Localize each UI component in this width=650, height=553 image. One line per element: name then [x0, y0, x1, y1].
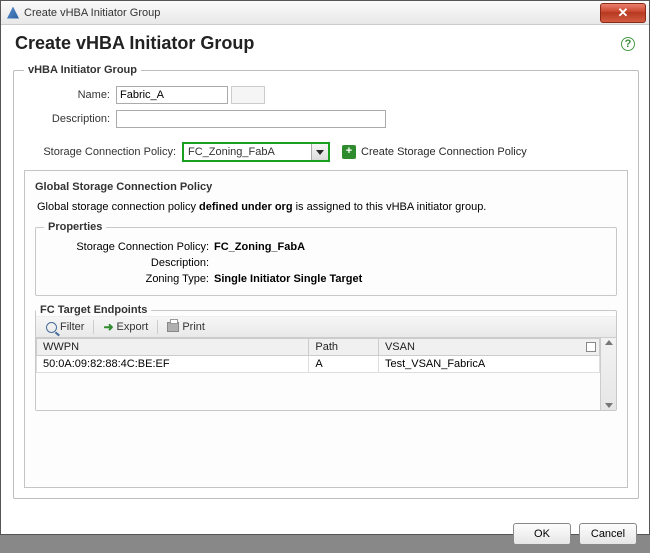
chevron-down-icon: [311, 144, 328, 160]
storage-policy-label: Storage Connection Policy:: [24, 146, 182, 158]
storage-policy-value: FC_Zoning_FabA: [184, 146, 311, 158]
app-icon: [7, 7, 19, 19]
prop-policy-label: Storage Connection Policy:: [44, 241, 214, 253]
toolbar-divider: [157, 320, 158, 334]
description-label: Description:: [24, 113, 116, 125]
create-policy-link[interactable]: Create Storage Connection Policy: [361, 146, 527, 158]
prop-zoning-value: Single Initiator Single Target: [214, 273, 362, 285]
col-path[interactable]: Path: [309, 339, 379, 356]
scroll-down-icon[interactable]: [605, 403, 613, 408]
properties-legend: Properties: [44, 221, 106, 233]
prop-policy-value: FC_Zoning_FabA: [214, 241, 305, 253]
export-icon: ➜: [103, 320, 113, 334]
title-bar: Create vHBA Initiator Group ✕: [1, 1, 649, 25]
global-policy-fieldset: Global Storage Connection Policy: [35, 181, 617, 193]
prop-desc-label: Description:: [44, 257, 214, 269]
cell-vsan: Test_VSAN_FabricA: [378, 356, 599, 373]
col-vsan[interactable]: VSAN: [378, 339, 599, 356]
prop-zoning-label: Zoning Type:: [44, 273, 214, 285]
name-label: Name:: [24, 89, 116, 101]
vhba-initiator-group-fieldset: vHBA Initiator Group Name: Description: …: [13, 64, 639, 499]
fc-endpoints-legend: FC Target Endpoints: [36, 304, 151, 316]
properties-fieldset: Properties Storage Connection Policy: FC…: [35, 221, 617, 296]
global-policy-legend: Global Storage Connection Policy: [35, 181, 212, 193]
name-input[interactable]: [116, 86, 228, 104]
export-button[interactable]: ➜ Export: [97, 319, 154, 335]
column-options-icon[interactable]: [586, 342, 596, 352]
print-button[interactable]: Print: [161, 320, 211, 334]
storage-policy-select[interactable]: FC_Zoning_FabA: [182, 142, 330, 162]
dialog-footer: OK Cancel: [1, 515, 649, 553]
description-input[interactable]: [116, 110, 386, 128]
plus-icon[interactable]: +: [342, 145, 356, 159]
global-connection-wrap: Global Storage Connection Policy Global …: [24, 170, 628, 488]
table-row[interactable]: 50:0A:09:82:88:4C:BE:EF A Test_VSAN_Fabr…: [37, 356, 600, 373]
close-button[interactable]: ✕: [600, 3, 646, 23]
export-label: Export: [117, 321, 149, 333]
note-bold: defined under org: [199, 201, 293, 213]
note-post: is assigned to this vHBA initiator group…: [293, 201, 487, 213]
fc-endpoints-fieldset: FC Target Endpoints Filter ➜ Export: [35, 304, 617, 411]
ok-button[interactable]: OK: [513, 523, 571, 545]
col-wwpn[interactable]: WWPN: [37, 339, 309, 356]
name-extra-box: [231, 86, 265, 104]
window-title: Create vHBA Initiator Group: [24, 7, 160, 19]
note-pre: Global storage connection policy: [37, 201, 199, 213]
search-icon: [46, 322, 57, 333]
vhba-fieldset-legend: vHBA Initiator Group: [24, 64, 141, 76]
cell-wwpn: 50:0A:09:82:88:4C:BE:EF: [37, 356, 309, 373]
vertical-scrollbar[interactable]: [600, 338, 616, 410]
print-label: Print: [182, 321, 205, 333]
col-vsan-label: VSAN: [385, 341, 415, 353]
filter-label: Filter: [60, 321, 84, 333]
help-icon[interactable]: ?: [621, 37, 635, 51]
print-icon: [167, 322, 179, 332]
cancel-button[interactable]: Cancel: [579, 523, 637, 545]
global-policy-note: Global storage connection policy defined…: [37, 201, 615, 213]
cell-path: A: [309, 356, 379, 373]
fc-endpoints-table: WWPN Path VSAN: [36, 338, 600, 373]
scroll-up-icon[interactable]: [605, 340, 613, 345]
fc-toolbar: Filter ➜ Export Print: [36, 316, 616, 338]
toolbar-divider: [93, 320, 94, 334]
dialog-window: Create vHBA Initiator Group ✕ Create vHB…: [0, 0, 650, 535]
page-title: Create vHBA Initiator Group: [15, 33, 254, 54]
filter-button[interactable]: Filter: [40, 320, 90, 334]
